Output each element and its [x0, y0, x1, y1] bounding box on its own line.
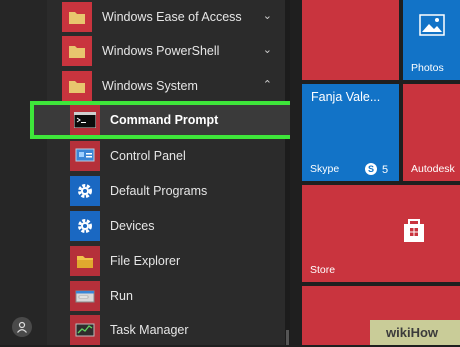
- app-label: File Explorer: [110, 254, 181, 268]
- tile-autodesk[interactable]: Autodesk: [403, 84, 460, 181]
- gear-icon: [70, 176, 100, 206]
- folder-icon: [70, 246, 100, 276]
- photos-icon: [419, 14, 445, 36]
- tile-label: Autodesk: [411, 163, 455, 175]
- chevron-down-icon: ⌄: [262, 10, 272, 22]
- group-label: Windows Ease of Access: [102, 10, 242, 24]
- contact-name: Fanja Vale...: [311, 90, 381, 104]
- app-label: Run: [110, 289, 133, 303]
- chevron-up-icon: ⌃: [262, 79, 272, 91]
- tile-store[interactable]: Store: [302, 185, 460, 282]
- folder-icon: [62, 2, 92, 32]
- gear-icon: [70, 211, 100, 241]
- notification-count: 5: [382, 164, 389, 176]
- app-label: Task Manager: [110, 323, 189, 337]
- tile-label: Store: [310, 264, 336, 276]
- tile-unlabeled-top[interactable]: [302, 0, 399, 80]
- app-label: Default Programs: [110, 184, 208, 198]
- group-label: Windows System: [102, 79, 198, 93]
- control-panel-icon: [70, 141, 100, 171]
- watermark-logo: wikiHow: [386, 325, 439, 340]
- app-run[interactable]: Run: [70, 279, 288, 313]
- app-label: Control Panel: [110, 149, 186, 163]
- start-tiles-area: Photos Fanja Vale... Skype S 5 Autodesk …: [290, 0, 460, 345]
- skype-icon: S: [365, 163, 377, 175]
- group-windows-powershell[interactable]: Windows PowerShell ⌄: [62, 34, 280, 68]
- selection-highlight-box: [30, 101, 298, 139]
- app-task-manager[interactable]: Task Manager: [70, 313, 288, 347]
- tile-skype[interactable]: Fanja Vale... Skype S 5: [302, 84, 399, 181]
- app-label: Devices: [110, 219, 155, 233]
- user-account-icon[interactable]: [12, 317, 32, 337]
- store-bag-icon: [404, 219, 424, 242]
- app-devices[interactable]: Devices: [70, 209, 288, 243]
- start-left-rail: [0, 0, 47, 345]
- tile-label: Photos: [411, 62, 444, 74]
- chevron-down-icon: ⌄: [262, 44, 272, 56]
- app-default-programs[interactable]: Default Programs: [70, 174, 288, 208]
- app-control-panel[interactable]: Control Panel: [70, 139, 288, 173]
- folder-icon: [62, 36, 92, 66]
- tile-photos[interactable]: Photos: [403, 0, 460, 80]
- group-windows-ease-of-access[interactable]: Windows Ease of Access ⌄: [62, 0, 280, 34]
- group-windows-system[interactable]: Windows System ⌃: [62, 69, 280, 103]
- folder-icon: [62, 71, 92, 101]
- group-label: Windows PowerShell: [102, 44, 220, 58]
- tile-label: Skype: [310, 163, 340, 175]
- run-icon: [70, 281, 100, 311]
- task-manager-icon: [70, 315, 100, 345]
- app-file-explorer[interactable]: File Explorer: [70, 244, 288, 278]
